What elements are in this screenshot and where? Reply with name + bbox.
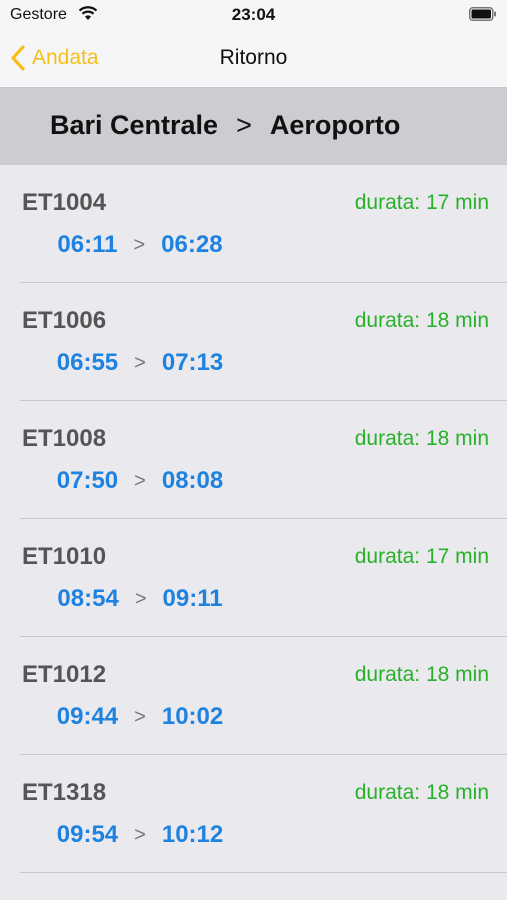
trip-duration: durata: 18 min: [354, 427, 489, 450]
time-separator: >: [134, 352, 146, 374]
trip-code: ET1012: [22, 661, 107, 688]
trip-code: ET1008: [22, 425, 107, 452]
trip-duration: durata: 17 min: [354, 545, 489, 568]
departure-time: 09:44: [56, 703, 119, 730]
trip-row[interactable]: ET1006 durata: 18 min 06:55 > 07:13: [0, 283, 507, 401]
trip-row[interactable]: ET1318 durata: 18 min 09:54 > 10:12: [0, 755, 507, 873]
clock: 23:04: [231, 5, 276, 24]
trip-code: ET1318: [22, 779, 107, 806]
navigation-bar: Andata Ritorno: [0, 30, 507, 88]
battery-icon: [469, 7, 496, 21]
arrival-time: 09:11: [162, 585, 223, 612]
time-separator: >: [134, 706, 146, 728]
route-header: Bari Centrale > Aeroporto: [0, 88, 507, 165]
departure-time: 08:54: [57, 585, 119, 612]
time-separator: >: [134, 824, 146, 846]
trip-row[interactable]: ET1004 durata: 17 min 06:11 > 06:28: [0, 165, 507, 283]
trip-row[interactable]: ET1012 durata: 18 min 09:44 > 10:02: [0, 637, 507, 755]
trip-duration: durata: 18 min: [354, 663, 489, 686]
time-separator: >: [134, 588, 147, 610]
route-separator: >: [236, 110, 252, 140]
trip-code: ET1006: [22, 307, 107, 334]
time-separator: >: [134, 470, 146, 492]
route-origin: Bari Centrale: [50, 110, 219, 140]
trip-code: ET1004: [22, 189, 107, 216]
trip-row[interactable]: ET1008 durata: 18 min 07:50 > 08:08: [0, 401, 507, 519]
departure-time: 06:11: [57, 231, 118, 258]
arrival-time: 08:08: [161, 467, 224, 494]
trip-duration: durata: 17 min: [354, 191, 489, 214]
trip-row[interactable]: ET1010 durata: 17 min 08:54 > 09:11: [0, 519, 507, 637]
page-title: Ritorno: [219, 46, 288, 69]
route-destination: Aeroporto: [269, 110, 401, 140]
trip-list: ET1004 durata: 17 min 06:11 > 06:28 ET10…: [0, 165, 507, 873]
arrival-time: 10:12: [161, 821, 224, 848]
time-separator: >: [133, 234, 146, 256]
trip-duration: durata: 18 min: [354, 781, 489, 804]
arrival-time: 10:02: [161, 703, 224, 730]
departure-time: 06:55: [56, 349, 119, 376]
departure-time: 09:54: [56, 821, 119, 848]
status-bar: Gestore 23:04: [0, 0, 507, 30]
trip-code: ET1010: [22, 543, 107, 570]
departure-time: 07:50: [56, 467, 119, 494]
trip-duration: durata: 18 min: [354, 309, 489, 332]
arrival-time: 06:28: [161, 231, 223, 258]
arrival-time: 07:13: [161, 349, 224, 376]
